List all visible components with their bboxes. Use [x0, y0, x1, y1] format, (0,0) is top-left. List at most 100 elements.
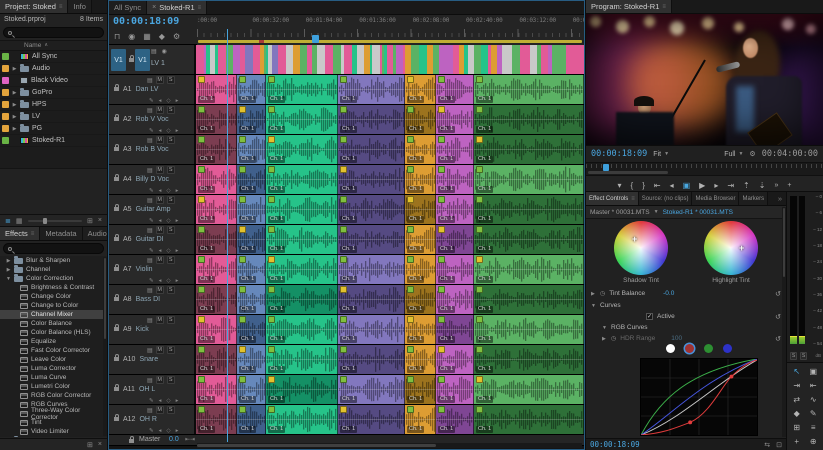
audio-clip[interactable]: Ch. 1: [338, 345, 405, 374]
label-color-swatch[interactable]: [2, 77, 9, 84]
audio-clip[interactable]: Ch. 1: [196, 165, 237, 194]
audio-clip[interactable]: Ch. 1: [405, 405, 436, 434]
razor-tool[interactable]: ∿: [806, 393, 822, 406]
audio-clip[interactable]: Ch. 1: [405, 375, 436, 404]
effect-item-rgb-color-corrector[interactable]: RGB Color Corrector: [0, 391, 107, 400]
video-clip[interactable]: [512, 45, 520, 74]
project-item-black-video[interactable]: Black Video: [0, 75, 107, 87]
audio-clip[interactable]: Ch. 1: [196, 255, 237, 284]
audio-clip[interactable]: Ch. 1: [474, 195, 584, 224]
track-lock-icon[interactable]: [129, 438, 134, 445]
add-keyframe-icon[interactable]: ◇: [166, 98, 170, 104]
mark-out-button[interactable]: }: [642, 181, 645, 190]
playhead-handle[interactable]: [312, 35, 319, 43]
track-meter-icon[interactable]: ▤: [147, 317, 153, 324]
next-keyframe-icon[interactable]: ▸: [176, 428, 179, 434]
video-clip[interactable]: [300, 45, 307, 74]
audio-clip[interactable]: Ch. 1: [338, 255, 405, 284]
show-keyframes-icon[interactable]: ✎: [149, 188, 154, 194]
audio-clip[interactable]: Ch. 1: [405, 195, 436, 224]
tab-effect-controls[interactable]: Effect Controls≡: [586, 192, 639, 205]
label-color-swatch[interactable]: [2, 101, 9, 108]
audio-clip[interactable]: Ch. 1: [196, 75, 237, 104]
tab-stoked-r1[interactable]: ×Stoked-R1≡: [147, 1, 207, 14]
comparison-view-button[interactable]: ⊡: [776, 441, 782, 449]
mute-button[interactable]: M: [156, 226, 164, 234]
audio-clip[interactable]: Ch. 1: [474, 105, 584, 134]
video-clip[interactable]: [286, 45, 293, 74]
track-name[interactable]: Dan LV: [136, 86, 159, 93]
next-keyframe-icon[interactable]: ▸: [176, 188, 179, 194]
mute-button[interactable]: M: [156, 196, 164, 204]
slip-tool[interactable]: ◆: [789, 407, 805, 420]
audio-clip[interactable]: Ch. 1: [436, 375, 474, 404]
track-name[interactable]: Rob V Voc: [136, 116, 169, 123]
solo-button[interactable]: S: [790, 352, 797, 360]
audio-clip[interactable]: Ch. 1: [338, 75, 405, 104]
audio-clip[interactable]: Ch. 1: [237, 195, 266, 224]
show-keyframes-icon[interactable]: ✎: [149, 128, 154, 134]
track-meter-icon[interactable]: ▤: [147, 227, 153, 234]
add-point-tool[interactable]: +: [789, 435, 805, 448]
track-name[interactable]: Kick: [136, 326, 149, 333]
track-lock-icon[interactable]: [114, 236, 119, 243]
video-clip[interactable]: [411, 45, 419, 74]
go-to-out-button[interactable]: ⇥: [727, 181, 734, 190]
audio-clip[interactable]: Ch. 1: [196, 195, 237, 224]
audio-clip[interactable]: Ch. 1: [338, 225, 405, 254]
tab-project-stoked[interactable]: Project: Stoked≡: [0, 0, 68, 13]
track-meter-icon[interactable]: ▤: [147, 167, 153, 174]
effect-item-change-to-color[interactable]: Change to Color: [0, 301, 107, 310]
playback-resolution-select[interactable]: Full▼: [724, 151, 743, 158]
expand-icon[interactable]: ▶: [12, 114, 17, 120]
audio-clip[interactable]: Ch. 1: [237, 405, 266, 434]
previous-keyframe-icon[interactable]: ◂: [159, 428, 162, 434]
audio-clip[interactable]: Ch. 1: [338, 165, 405, 194]
audio-clip[interactable]: Ch. 1: [266, 135, 338, 164]
effect-item-lumetri-color[interactable]: Lumetri Color: [0, 382, 107, 391]
close-icon[interactable]: ×: [152, 4, 156, 11]
track-select-forward-tool[interactable]: ▣: [806, 365, 822, 378]
track-meter-icon[interactable]: ▤: [147, 257, 153, 264]
ripple-edit-tool[interactable]: ⇥: [789, 379, 805, 392]
add-keyframe-icon[interactable]: ◇: [166, 188, 170, 194]
expand-icon[interactable]: ▶: [591, 291, 596, 297]
track-output-icon[interactable]: ◉: [162, 48, 167, 55]
audio-clip[interactable]: Ch. 1: [266, 75, 338, 104]
audio-clip[interactable]: Ch. 1: [474, 135, 584, 164]
audio-clip[interactable]: Ch. 1: [405, 75, 436, 104]
project-column-header[interactable]: Name ∧: [0, 40, 107, 51]
expand-icon[interactable]: ▶: [602, 336, 607, 342]
linked-selection-icon[interactable]: ◉: [128, 32, 135, 41]
audio-clip[interactable]: Ch. 1: [338, 285, 405, 314]
mute-button[interactable]: M: [156, 406, 164, 414]
panel-menu-icon[interactable]: ≡: [631, 196, 635, 202]
audio-clip[interactable]: Ch. 1: [338, 135, 405, 164]
effect-item-fast-color-corrector[interactable]: Fast Color Corrector: [0, 346, 107, 355]
effect-item-equalize[interactable]: Equalize: [0, 337, 107, 346]
track-name[interactable]: Snare: [139, 356, 158, 363]
tab-markers[interactable]: Markers: [739, 192, 768, 205]
timeline-display-settings-icon[interactable]: ▦: [143, 32, 151, 41]
audio-clip[interactable]: Ch. 1: [474, 255, 584, 284]
audio-clip[interactable]: Ch. 1: [474, 285, 584, 314]
red-channel-dot[interactable]: [685, 344, 694, 353]
label-color-swatch[interactable]: [2, 137, 9, 144]
zoom-tool[interactable]: ⊕: [806, 435, 822, 448]
project-item-lv[interactable]: ▶LV: [0, 111, 107, 123]
effect-item-channel[interactable]: ▶Channel: [0, 265, 107, 274]
track-meter-icon[interactable]: ▤: [147, 377, 153, 384]
expand-icon[interactable]: ▶: [12, 66, 17, 72]
add-marker-icon[interactable]: ◆: [159, 32, 165, 41]
video-clip[interactable]: [474, 45, 481, 74]
video-clip[interactable]: [333, 45, 341, 74]
video-clip[interactable]: [405, 45, 412, 74]
video-clip[interactable]: [278, 45, 286, 74]
effects-scrollbar[interactable]: [103, 257, 107, 436]
program-scroll-thumb[interactable]: [588, 171, 668, 174]
solo-button[interactable]: S: [167, 346, 175, 354]
delete-button[interactable]: ×: [98, 441, 102, 449]
audio-clip[interactable]: Ch. 1: [237, 105, 266, 134]
audio-clip[interactable]: Ch. 1: [237, 375, 266, 404]
effect-item-luma-corrector[interactable]: Luma Corrector: [0, 364, 107, 373]
